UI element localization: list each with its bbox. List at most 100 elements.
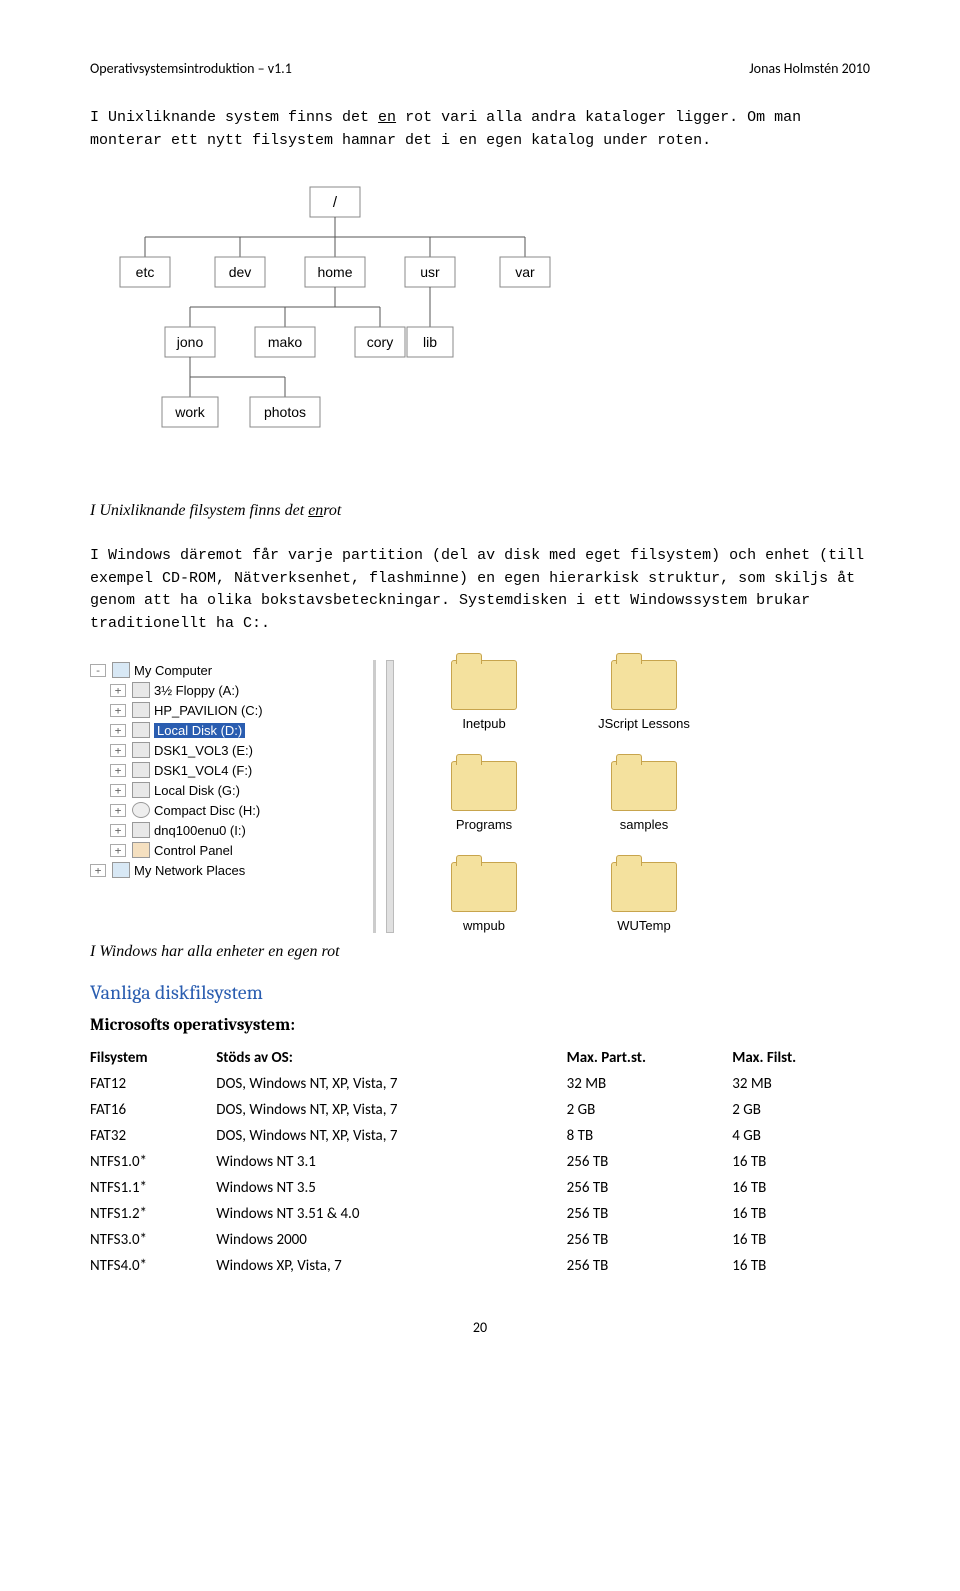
unix-caption: I Unixliknande filsystem finns det enrot <box>90 502 870 520</box>
tree-item[interactable]: + DSK1_VOL3 (E:) <box>90 740 365 760</box>
table-cell: Windows NT 3.51 & 4.0 <box>216 1201 566 1227</box>
table-row: NTFS1.2*Windows NT 3.51 & 4.0256 TB16 TB <box>90 1201 870 1227</box>
folder-item[interactable]: Inetpub <box>424 660 544 731</box>
tree-item[interactable]: + My Network Places <box>90 860 365 880</box>
windows-caption: I Windows har alla enheter en egen rot <box>90 943 870 961</box>
tree-item-label: My Computer <box>134 663 212 678</box>
expand-toggle-icon[interactable]: + <box>110 744 126 757</box>
table-cell: 2 GB <box>732 1097 870 1123</box>
drive-icon <box>132 682 150 698</box>
drive-icon <box>132 742 150 758</box>
table-cell: 32 MB <box>567 1071 733 1097</box>
table-cell: 2 GB <box>567 1097 733 1123</box>
scrollbar[interactable] <box>386 660 394 933</box>
folder-icon <box>451 660 517 710</box>
table-cell: FAT16 <box>90 1097 216 1123</box>
table-header: Filsystem <box>90 1045 216 1071</box>
drive-icon <box>132 722 150 738</box>
table-cell: NTFS1.2* <box>90 1201 216 1227</box>
table-cell: 256 TB <box>567 1227 733 1253</box>
table-row: FAT32DOS, Windows NT, XP, Vista, 78 TB4 … <box>90 1123 870 1149</box>
table-row: NTFS4.0*Windows XP, Vista, 7256 TB16 TB <box>90 1253 870 1279</box>
table-cell: NTFS1.0* <box>90 1149 216 1175</box>
svg-text:lib: lib <box>423 334 437 350</box>
tree-item[interactable]: +Compact Disc (H:) <box>90 800 365 820</box>
svg-text:cory: cory <box>367 334 393 350</box>
folder-label: JScript Lessons <box>598 716 690 731</box>
table-header: Stöds av OS: <box>216 1045 566 1071</box>
tree-item-label: DSK1_VOL3 (E:) <box>154 743 253 758</box>
table-cell: 256 TB <box>567 1175 733 1201</box>
table-cell: 4 GB <box>732 1123 870 1149</box>
filesystem-table: Filsystem Stöds av OS: Max. Part.st. Max… <box>90 1045 870 1279</box>
table-cell: 256 TB <box>567 1253 733 1279</box>
tree-item[interactable]: +HP_PAVILION (C:) <box>90 700 365 720</box>
computer-icon <box>112 862 130 878</box>
expand-toggle-icon[interactable]: + <box>110 704 126 717</box>
folder-icon <box>451 761 517 811</box>
folder-label: WUTemp <box>617 918 670 933</box>
svg-text:home: home <box>317 264 352 280</box>
tree-item[interactable]: +Local Disk (G:) <box>90 780 365 800</box>
tree-item[interactable]: - My Computer <box>90 660 365 680</box>
table-cell: 16 TB <box>732 1175 870 1201</box>
intro-part1: I Unixliknande system finns det <box>90 109 378 126</box>
folder-icon <box>611 660 677 710</box>
folder-item[interactable]: JScript Lessons <box>584 660 704 731</box>
table-cell: DOS, Windows NT, XP, Vista, 7 <box>216 1097 566 1123</box>
subsection-title: Microsofts operativsystem: <box>90 1016 870 1035</box>
table-cell: NTFS3.0* <box>90 1227 216 1253</box>
tree-item[interactable]: +Local Disk (D:) <box>90 720 365 740</box>
windows-explorer: -My Computer+3½ Floppy (A:)+HP_PAVILION … <box>90 660 870 933</box>
tree-item[interactable]: +3½ Floppy (A:) <box>90 680 365 700</box>
tree-row3: work photos <box>162 377 320 427</box>
tree-item[interactable]: +DSK1_VOL4 (F:) <box>90 760 365 780</box>
folder-label: samples <box>620 817 668 832</box>
folder-item[interactable]: Programs <box>424 761 544 832</box>
computer-icon <box>112 662 130 678</box>
table-row: NTFS1.0*Windows NT 3.1256 TB16 TB <box>90 1149 870 1175</box>
header-left: Operativsystemsintroduktion – v1.1 <box>90 60 292 77</box>
expand-toggle-icon[interactable]: + <box>110 724 126 737</box>
expand-toggle-icon[interactable]: + <box>110 804 126 817</box>
folder-label: Inetpub <box>462 716 505 731</box>
expand-toggle-icon[interactable]: + <box>110 844 126 857</box>
tree-row2: jono mako cory lib <box>165 307 453 357</box>
table-row: FAT12DOS, Windows NT, XP, Vista, 732 MB3… <box>90 1071 870 1097</box>
folder-icon <box>611 862 677 912</box>
svg-text:photos: photos <box>264 404 306 420</box>
folder-icon <box>451 862 517 912</box>
tree-item[interactable]: +Control Panel <box>90 840 365 860</box>
tree-item-label: My Network Places <box>134 863 245 878</box>
table-cell: 32 MB <box>732 1071 870 1097</box>
mid-paragraph: I Windows däremot får varje partition (d… <box>90 545 870 635</box>
table-cell: Windows NT 3.5 <box>216 1175 566 1201</box>
intro-paragraph: I Unixliknande system finns det en rot v… <box>90 107 870 152</box>
header-right: Jonas Holmstén 2010 <box>749 60 870 77</box>
expand-toggle-icon[interactable]: + <box>110 684 126 697</box>
expand-toggle-icon[interactable]: + <box>110 784 126 797</box>
table-cell: Windows NT 3.1 <box>216 1149 566 1175</box>
table-cell: 16 TB <box>732 1253 870 1279</box>
folder-item[interactable]: WUTemp <box>584 862 704 933</box>
cd-icon <box>132 802 150 818</box>
table-cell: DOS, Windows NT, XP, Vista, 7 <box>216 1071 566 1097</box>
folder-item[interactable]: samples <box>584 761 704 832</box>
expand-toggle-icon[interactable]: + <box>110 764 126 777</box>
table-cell: DOS, Windows NT, XP, Vista, 7 <box>216 1123 566 1149</box>
table-cell: NTFS1.1* <box>90 1175 216 1201</box>
page-header: Operativsystemsintroduktion – v1.1 Jonas… <box>90 60 870 77</box>
unix-tree-diagram: / etc dev home usr var <box>90 182 870 462</box>
table-row: FAT16DOS, Windows NT, XP, Vista, 72 GB2 … <box>90 1097 870 1123</box>
expand-toggle-icon[interactable]: + <box>110 824 126 837</box>
expand-toggle-icon[interactable]: + <box>90 864 106 877</box>
table-cell: 16 TB <box>732 1227 870 1253</box>
unix-tree-svg: / etc dev home usr var <box>90 182 610 462</box>
tree-item[interactable]: +dnq100enu0 (I:) <box>90 820 365 840</box>
expand-toggle-icon[interactable]: - <box>90 664 106 677</box>
folder-item[interactable]: wmpub <box>424 862 544 933</box>
tree-item-label: 3½ Floppy (A:) <box>154 683 239 698</box>
table-cell: FAT12 <box>90 1071 216 1097</box>
drive-icon <box>132 822 150 838</box>
svg-text:work: work <box>174 404 206 420</box>
